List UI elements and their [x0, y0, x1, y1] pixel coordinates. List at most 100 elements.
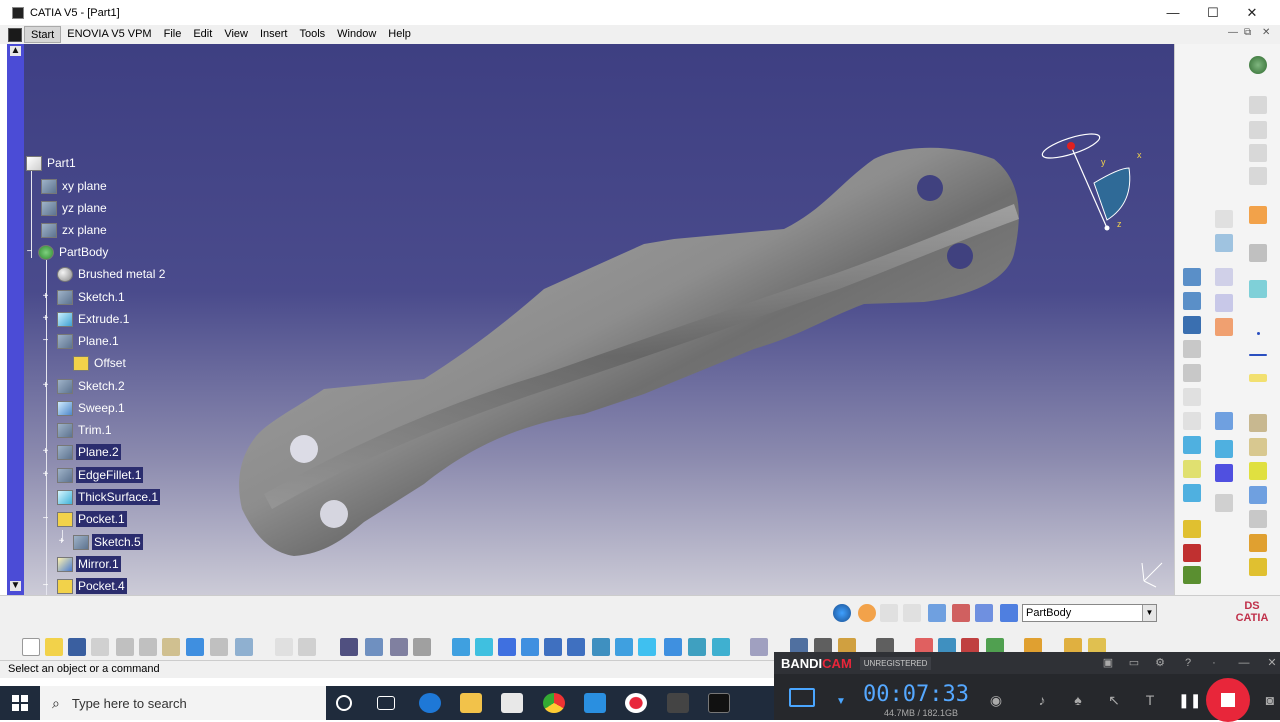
- tree-node-yz-plane[interactable]: yz plane: [41, 199, 109, 217]
- tree-node-sketch5[interactable]: + Sketch.5: [57, 533, 143, 551]
- assembly-icon[interactable]: [1249, 121, 1267, 139]
- table-icon[interactable]: [340, 638, 358, 656]
- tree-node-xy-plane[interactable]: xy plane: [41, 177, 109, 195]
- settings-icon[interactable]: ⚙: [1152, 655, 1168, 671]
- close-icon[interactable]: ✕: [1264, 655, 1280, 671]
- text-overlay-icon[interactable]: T: [1142, 692, 1158, 708]
- menu-window[interactable]: Window: [331, 26, 382, 43]
- collapse-toggle-icon[interactable]: −: [41, 581, 50, 591]
- grid-pattern-icon[interactable]: [1215, 464, 1233, 482]
- new-file-icon[interactable]: [22, 638, 40, 656]
- boolean-add-icon[interactable]: [1183, 520, 1201, 538]
- catia-menu-icon[interactable]: [8, 27, 22, 42]
- catia-taskbar-icon[interactable]: [708, 693, 730, 713]
- fillet-tool-icon[interactable]: [1183, 388, 1201, 406]
- undo-icon[interactable]: [186, 638, 204, 656]
- redo-icon[interactable]: [210, 638, 228, 656]
- speaker-icon[interactable]: ♪: [1034, 692, 1050, 708]
- shading-icon[interactable]: [664, 638, 682, 656]
- axis-icon[interactable]: [880, 604, 898, 622]
- box-icon[interactable]: [1249, 414, 1267, 432]
- measure-icon[interactable]: [1249, 244, 1267, 262]
- macro-icon[interactable]: [390, 638, 408, 656]
- chevron-down-icon[interactable]: ▼: [1142, 605, 1156, 621]
- microphone-icon[interactable]: ♠: [1070, 692, 1086, 708]
- sew-icon[interactable]: [1249, 486, 1267, 504]
- 3d-viewport[interactable]: Part1 xy plane yz plane zx plane − PartB…: [24, 44, 1174, 595]
- pattern-icon[interactable]: [1215, 412, 1233, 430]
- surface-icon[interactable]: [1249, 280, 1267, 298]
- point-icon[interactable]: [1257, 332, 1260, 335]
- maximize-button[interactable]: ☐: [1193, 0, 1233, 25]
- tree-node-plane1[interactable]: − Plane.1: [41, 332, 121, 350]
- screenshot-icon[interactable]: ◙: [1262, 692, 1278, 708]
- menu-edit[interactable]: Edit: [187, 26, 218, 43]
- file-explorer-icon[interactable]: [460, 693, 482, 713]
- comment-icon[interactable]: [298, 638, 316, 656]
- drafting-icon[interactable]: [1249, 167, 1267, 185]
- collapse-toggle-icon[interactable]: −: [25, 247, 34, 257]
- doc-restore-button[interactable]: ⧉: [1244, 27, 1251, 38]
- menu-start[interactable]: Start: [24, 26, 62, 43]
- split-icon[interactable]: [1183, 484, 1201, 502]
- app-icon[interactable]: [667, 693, 689, 713]
- dimension-icon[interactable]: [903, 604, 921, 622]
- pointer-icon[interactable]: [1249, 206, 1267, 224]
- normal-view-icon[interactable]: [592, 638, 610, 656]
- edge-icon[interactable]: [419, 693, 441, 713]
- tree-node-offset[interactable]: Offset: [73, 354, 128, 372]
- tree-node-extrude1[interactable]: + Extrude.1: [41, 310, 131, 328]
- scroll-up-arrow-icon[interactable]: ▲: [10, 46, 21, 56]
- taskbar-search[interactable]: ⌕ Type here to search: [40, 686, 326, 720]
- collapse-icon[interactable]: ·: [1206, 655, 1222, 671]
- print-icon[interactable]: [91, 638, 109, 656]
- fit-all-icon[interactable]: [475, 638, 493, 656]
- hand-icon[interactable]: [858, 604, 876, 622]
- sketch-tool-icon[interactable]: [1183, 268, 1201, 286]
- tree-node-sketch1[interactable]: + Sketch.1: [41, 288, 127, 306]
- doc-close-button[interactable]: ✕: [1262, 27, 1270, 38]
- cortana-icon[interactable]: [336, 695, 352, 711]
- part-design-icon[interactable]: [1249, 144, 1267, 162]
- tree-node-plane2[interactable]: + Plane.2: [41, 443, 121, 461]
- close-surface-icon[interactable]: [1249, 558, 1267, 576]
- windows-start-icon[interactable]: [12, 695, 28, 711]
- menu-insert[interactable]: Insert: [254, 26, 294, 43]
- expand-toggle-icon[interactable]: +: [41, 381, 50, 391]
- boolean-intersect-icon[interactable]: [1183, 566, 1201, 584]
- shaft-icon[interactable]: [1183, 340, 1201, 358]
- mail-icon[interactable]: [584, 693, 606, 713]
- paste-icon[interactable]: [162, 638, 180, 656]
- tree-node-pocket4[interactable]: − Pocket.4: [41, 577, 127, 595]
- lock-icon[interactable]: ▣: [1100, 655, 1116, 671]
- task-view-icon[interactable]: [377, 696, 395, 710]
- stop-record-button[interactable]: [1206, 678, 1250, 722]
- folder-icon[interactable]: ▭: [1126, 655, 1142, 671]
- sketcher-icon[interactable]: [1249, 96, 1267, 114]
- list-icon[interactable]: [975, 604, 993, 622]
- tree-node-sketch2[interactable]: + Sketch.2: [41, 377, 127, 395]
- menu-view[interactable]: View: [218, 26, 254, 43]
- expand-toggle-icon[interactable]: +: [41, 470, 50, 480]
- collapse-toggle-icon[interactable]: −: [41, 514, 50, 524]
- fly-mode-icon[interactable]: [452, 638, 470, 656]
- tree-node-mirror1[interactable]: Mirror.1: [57, 555, 121, 573]
- tree-node-partbody[interactable]: − PartBody: [26, 243, 110, 261]
- tree-node-material[interactable]: Brushed metal 2: [57, 265, 167, 283]
- work-object-select[interactable]: PartBody ▼: [1022, 604, 1157, 622]
- tree-node-zx-plane[interactable]: zx plane: [41, 221, 109, 239]
- menu-tools[interactable]: Tools: [293, 26, 331, 43]
- cut-icon[interactable]: [116, 638, 134, 656]
- tree-node-thicksurface1[interactable]: ThickSurface.1: [57, 488, 161, 506]
- pocket-tool-icon[interactable]: [1215, 318, 1233, 336]
- swap-space-icon[interactable]: [712, 638, 730, 656]
- chrome-icon[interactable]: [543, 693, 565, 713]
- tools-icon[interactable]: [413, 638, 431, 656]
- minimize-button[interactable]: —: [1153, 0, 1193, 25]
- pad-icon[interactable]: [1183, 316, 1201, 334]
- doc-minimize-button[interactable]: —: [1228, 27, 1238, 38]
- collapse-toggle-icon[interactable]: −: [41, 336, 50, 346]
- scale-icon[interactable]: [1215, 494, 1233, 512]
- expand-toggle-icon[interactable]: +: [41, 447, 50, 457]
- store-icon[interactable]: [501, 693, 523, 713]
